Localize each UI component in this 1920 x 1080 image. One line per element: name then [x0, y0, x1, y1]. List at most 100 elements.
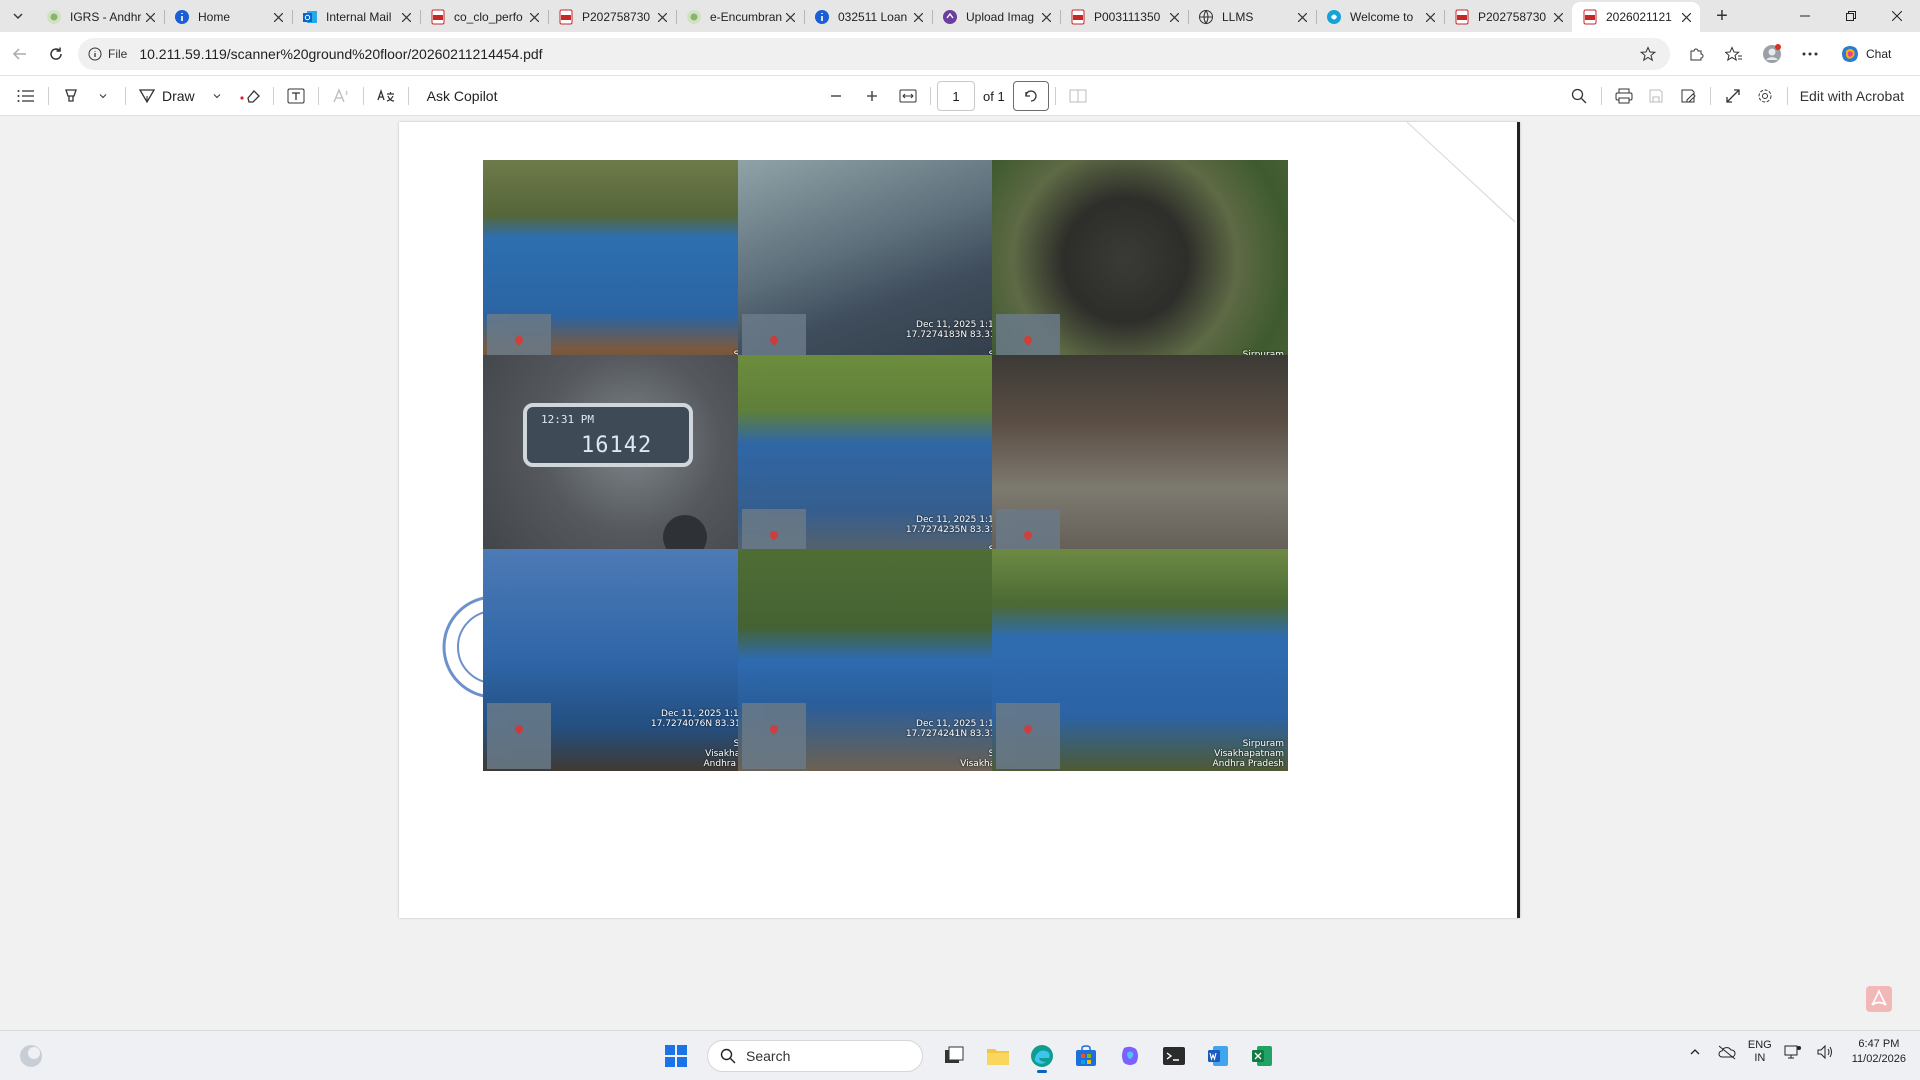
- close-tab-button[interactable]: [270, 9, 286, 25]
- network-button[interactable]: [1782, 1041, 1804, 1063]
- excel-app-button[interactable]: [1243, 1038, 1281, 1074]
- browser-tab[interactable]: co_clo_perfo: [420, 2, 548, 32]
- close-tab-button[interactable]: [398, 9, 414, 25]
- close-tab-button[interactable]: [1550, 9, 1566, 25]
- igrs-icon: [686, 9, 702, 25]
- window-controls: [1782, 0, 1920, 32]
- widgets-icon[interactable]: [18, 1043, 44, 1069]
- site-info-button[interactable]: File: [88, 47, 127, 61]
- restore-icon: [1846, 11, 1856, 21]
- store-app-button[interactable]: [1067, 1038, 1105, 1074]
- browser-tab[interactable]: LLMS: [1188, 2, 1316, 32]
- rotate-button[interactable]: [1012, 81, 1049, 111]
- extensions-button[interactable]: [1680, 38, 1712, 70]
- copilot-chat-button[interactable]: Chat: [1832, 44, 1899, 64]
- browser-tab[interactable]: e-Encumbran: [676, 2, 804, 32]
- refresh-button[interactable]: [38, 36, 74, 72]
- close-tab-button[interactable]: [782, 9, 798, 25]
- toolbar-divider: [930, 87, 931, 105]
- browser-tab[interactable]: IGRS - Andhra: [36, 2, 164, 32]
- input-language-button[interactable]: ENG IN: [1748, 1039, 1772, 1065]
- read-aloud-button[interactable]: [325, 80, 357, 112]
- browser-tab[interactable]: Internal Mail: [292, 2, 420, 32]
- pdf-viewer[interactable]: SirpuramVisakhapatnamAndhra PradeshDec 1…: [0, 117, 1920, 1030]
- close-tab-button[interactable]: [526, 9, 542, 25]
- show-hidden-icons-button[interactable]: [1684, 1041, 1706, 1063]
- browser-tab[interactable]: Home: [164, 2, 292, 32]
- page-view-button[interactable]: [1062, 80, 1094, 112]
- close-tab-button[interactable]: [1678, 9, 1694, 25]
- browser-tab[interactable]: P202758730: [548, 2, 676, 32]
- word-app-button[interactable]: [1199, 1038, 1237, 1074]
- draw-button[interactable]: Draw: [132, 80, 201, 112]
- start-button[interactable]: [657, 1038, 695, 1074]
- erase-button[interactable]: [233, 80, 267, 112]
- edge-browser-button[interactable]: [1023, 1038, 1061, 1074]
- omnibox[interactable]: File 10.211.59.119/scanner%20ground%20fl…: [78, 37, 1670, 70]
- file-explorer-button[interactable]: [979, 1038, 1017, 1074]
- close-tab-button[interactable]: [142, 9, 158, 25]
- highlight-button[interactable]: [55, 80, 87, 112]
- onedrive-status-button[interactable]: [1716, 1041, 1738, 1063]
- print-button[interactable]: [1608, 80, 1640, 112]
- browser-tab[interactable]: Upload Imag: [932, 2, 1060, 32]
- location-pin-icon: [513, 723, 525, 735]
- close-tab-button[interactable]: [1166, 9, 1182, 25]
- save-button[interactable]: [1640, 80, 1672, 112]
- highlight-options-button[interactable]: [87, 80, 119, 112]
- volume-button[interactable]: [1814, 1041, 1836, 1063]
- zoom-out-button[interactable]: [820, 80, 852, 112]
- find-button[interactable]: [1563, 80, 1595, 112]
- task-view-button[interactable]: [935, 1038, 973, 1074]
- favorite-star-button[interactable]: [1636, 42, 1660, 66]
- close-tab-button[interactable]: [1038, 9, 1054, 25]
- ask-copilot-button[interactable]: Ask Copilot: [415, 80, 504, 112]
- save-as-button[interactable]: [1672, 80, 1704, 112]
- more-options-button[interactable]: [1794, 38, 1826, 70]
- tab-actions-menu-button[interactable]: [0, 0, 36, 32]
- edit-with-acrobat-button[interactable]: Edit with Acrobat: [1794, 80, 1910, 112]
- clock-button[interactable]: 6:47 PM 11/02/2026: [1852, 1037, 1906, 1067]
- close-icon: [273, 12, 283, 22]
- browser-tab[interactable]: 032511 Loan: [804, 2, 932, 32]
- table-of-contents-button[interactable]: [10, 80, 42, 112]
- fit-to-width-button[interactable]: [892, 80, 924, 112]
- chevron-down-icon: [99, 93, 107, 98]
- adobe-pdf-icon[interactable]: [1866, 986, 1892, 1012]
- tab-title: co_clo_perfo: [454, 10, 523, 24]
- upload-icon: [942, 9, 958, 25]
- copilot-app-button[interactable]: [1111, 1038, 1149, 1074]
- translate-icon: [377, 88, 394, 102]
- add-text-button[interactable]: [280, 80, 312, 112]
- back-button[interactable]: [2, 36, 38, 72]
- fullscreen-button[interactable]: [1717, 80, 1749, 112]
- favorites-button[interactable]: [1718, 38, 1750, 70]
- terminal-app-button[interactable]: [1155, 1038, 1193, 1074]
- close-tab-button[interactable]: [1422, 9, 1438, 25]
- star-icon: [1640, 45, 1656, 61]
- close-tab-button[interactable]: [1294, 9, 1310, 25]
- settings-button[interactable]: [1749, 80, 1781, 112]
- toolbar-divider: [272, 86, 274, 105]
- url-text[interactable]: 10.211.59.119/scanner%20ground%20floor/2…: [139, 46, 1636, 62]
- page-number-input[interactable]: 1: [937, 81, 975, 111]
- zoom-in-button[interactable]: [856, 80, 888, 112]
- close-window-button[interactable]: [1874, 0, 1920, 32]
- browser-tab[interactable]: Welcome to: [1316, 2, 1444, 32]
- close-tab-button[interactable]: [654, 9, 670, 25]
- new-tab-button[interactable]: +: [1704, 1, 1740, 31]
- draw-options-button[interactable]: [201, 80, 233, 112]
- globe-icon: [1198, 9, 1214, 25]
- translate-button[interactable]: [370, 80, 402, 112]
- tab-title: e-Encumbran: [710, 10, 782, 24]
- profile-button[interactable]: [1756, 38, 1788, 70]
- close-tab-button[interactable]: [910, 9, 926, 25]
- minimize-button[interactable]: [1782, 0, 1828, 32]
- browser-tab[interactable]: P202758730: [1444, 2, 1572, 32]
- close-icon: [145, 12, 155, 22]
- taskbar-search-box[interactable]: Search: [707, 1040, 923, 1072]
- terminal-icon: [1163, 1047, 1185, 1065]
- browser-tab[interactable]: P003111350: [1060, 2, 1188, 32]
- browser-tab[interactable]: 2026021121: [1572, 2, 1700, 32]
- restore-button[interactable]: [1828, 0, 1874, 32]
